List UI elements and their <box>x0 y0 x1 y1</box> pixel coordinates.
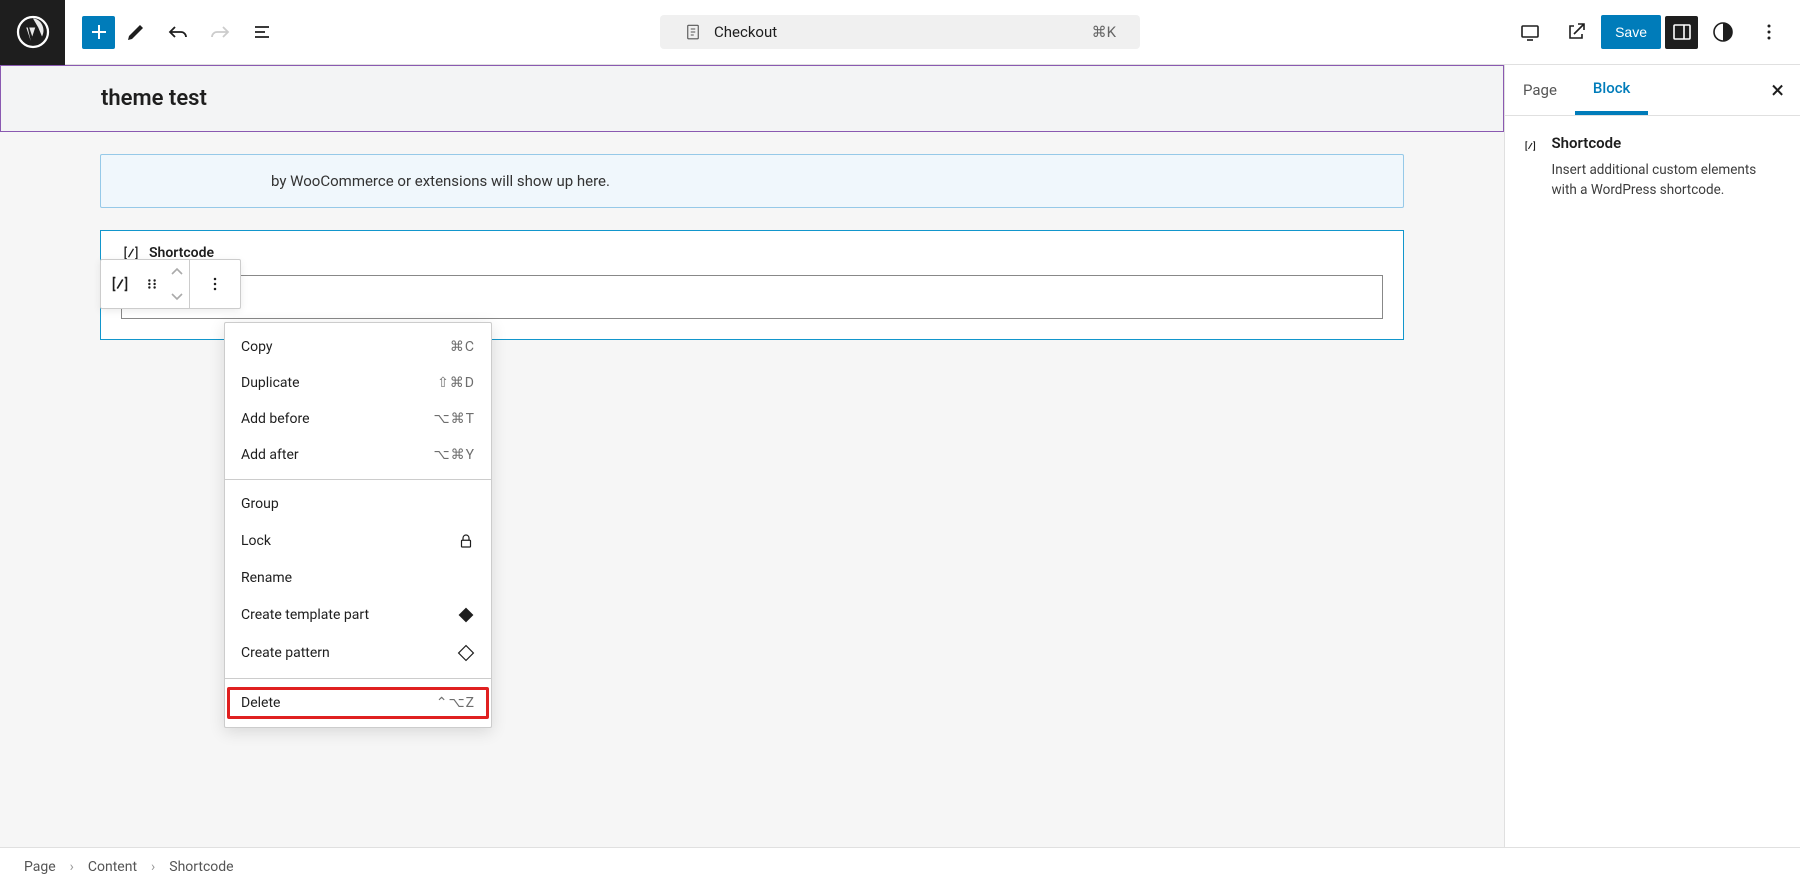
block-options-button[interactable] <box>190 260 240 308</box>
block-movers <box>165 260 189 308</box>
document-title-text: Checkout <box>714 23 777 41</box>
desktop-icon <box>1518 20 1542 44</box>
block-options-menu: Copy⌘C Duplicate⇧⌘D Add before⌥⌘T Add af… <box>224 322 492 728</box>
title-shortcut: ⌘K <box>1092 23 1116 41</box>
list-view-button[interactable] <box>241 11 283 53</box>
wp-logo-button[interactable] <box>0 0 65 65</box>
open-external-button[interactable] <box>1555 11 1597 53</box>
menu-create-template-part[interactable]: Create template part <box>225 596 491 634</box>
main-area: theme test by WooCommerce or extensions … <box>0 65 1800 847</box>
chevron-up-icon <box>170 267 184 277</box>
site-title[interactable]: theme test <box>101 86 1403 111</box>
block-type-button[interactable] <box>101 260 139 308</box>
tab-block[interactable]: Block <box>1575 65 1648 115</box>
more-vertical-icon <box>205 274 225 294</box>
chevron-right-icon: › <box>70 859 74 875</box>
sidebar-body: Shortcode Insert additional custom eleme… <box>1505 116 1800 219</box>
shortcode-icon <box>109 273 131 295</box>
drag-handle-icon <box>145 277 159 291</box>
settings-sidebar: Page Block × Shortcode Insert additional… <box>1504 65 1800 847</box>
top-right-tools: Save <box>1509 11 1800 53</box>
block-info-title: Shortcode <box>1552 134 1782 152</box>
menu-delete[interactable]: Delete⌃⌥Z <box>225 685 491 721</box>
breadcrumb-content[interactable]: Content <box>88 859 137 875</box>
menu-create-pattern[interactable]: Create pattern <box>225 634 491 672</box>
drag-handle[interactable] <box>139 260 165 308</box>
shortcode-block-label: Shortcode <box>121 243 1383 263</box>
document-title-bar: Checkout ⌘K <box>660 15 1140 49</box>
styles-icon <box>1711 20 1735 44</box>
block-info-description: Insert additional custom elements with a… <box>1552 160 1782 201</box>
template-header-block[interactable]: theme test <box>0 65 1504 132</box>
top-bar: Checkout ⌘K Save <box>0 0 1800 65</box>
menu-duplicate[interactable]: Duplicate⇧⌘D <box>225 365 491 401</box>
sidebar-toggle-button[interactable] <box>1665 16 1698 49</box>
notice-visible-text: by WooCommerce or extensions will show u… <box>271 172 610 190</box>
block-breadcrumb: Page › Content › Shortcode <box>0 847 1800 885</box>
tab-page[interactable]: Page <box>1505 67 1575 113</box>
page-icon <box>684 23 702 41</box>
undo-button[interactable] <box>157 11 199 53</box>
move-up-button[interactable] <box>165 260 189 284</box>
shortcode-icon <box>1523 134 1538 158</box>
sidebar-icon <box>1670 20 1694 44</box>
insert-block-button[interactable] <box>82 16 115 49</box>
shortcode-input[interactable] <box>121 275 1383 319</box>
edit-tool-button[interactable] <box>115 11 157 53</box>
block-toolbar <box>100 259 241 309</box>
template-part-icon <box>457 606 475 624</box>
more-menu-button[interactable] <box>1748 11 1790 53</box>
block-info: Shortcode Insert additional custom eleme… <box>1523 134 1782 201</box>
woocommerce-notice-block[interactable]: by WooCommerce or extensions will show u… <box>100 154 1404 208</box>
save-button[interactable]: Save <box>1601 15 1661 49</box>
view-desktop-button[interactable] <box>1509 11 1551 53</box>
close-sidebar-button[interactable]: × <box>1755 76 1800 104</box>
plus-icon <box>87 20 111 44</box>
document-title-button[interactable]: Checkout ⌘K <box>660 15 1140 49</box>
undo-icon <box>166 20 190 44</box>
chevron-down-icon <box>170 291 184 301</box>
move-down-button[interactable] <box>165 284 189 308</box>
chevron-right-icon: › <box>151 859 155 875</box>
lock-icon <box>457 532 475 550</box>
pencil-icon <box>124 20 148 44</box>
redo-icon <box>208 20 232 44</box>
wordpress-icon <box>15 14 51 50</box>
breadcrumb-shortcode[interactable]: Shortcode <box>169 859 233 875</box>
redo-button[interactable] <box>199 11 241 53</box>
menu-rename[interactable]: Rename <box>225 560 491 596</box>
breadcrumb-page[interactable]: Page <box>24 859 56 875</box>
pattern-icon <box>457 644 475 662</box>
more-vertical-icon <box>1757 20 1781 44</box>
menu-lock[interactable]: Lock <box>225 522 491 560</box>
list-view-icon <box>250 20 274 44</box>
menu-add-before[interactable]: Add before⌥⌘T <box>225 401 491 437</box>
menu-group[interactable]: Group <box>225 486 491 522</box>
menu-copy[interactable]: Copy⌘C <box>225 329 491 365</box>
external-link-icon <box>1564 20 1588 44</box>
styles-button[interactable] <box>1702 11 1744 53</box>
editor-canvas: theme test by WooCommerce or extensions … <box>0 65 1504 847</box>
sidebar-tabs: Page Block × <box>1505 65 1800 116</box>
menu-add-after[interactable]: Add after⌥⌘Y <box>225 437 491 473</box>
